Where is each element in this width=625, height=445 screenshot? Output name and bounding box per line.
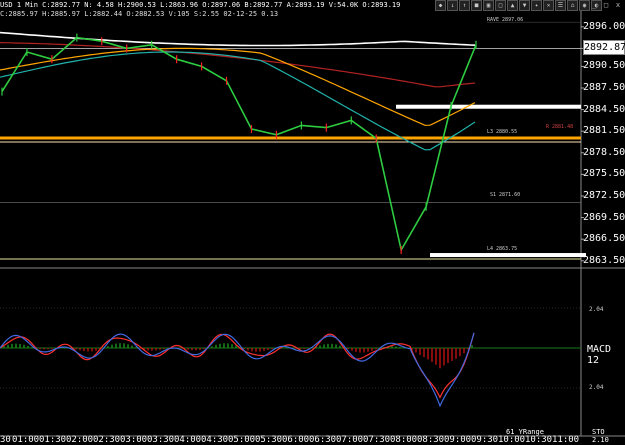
price-tick-label: 2890.50	[583, 60, 625, 72]
time-tick-label: 07:30	[363, 435, 391, 445]
ma-orange-line	[0, 47, 476, 126]
bar-info-header: C:2885.97 H:2885.97 L:2882.44 O:2882.53 …	[0, 10, 279, 18]
time-tick-label: 02:00	[66, 435, 94, 445]
ma-white-line	[0, 31, 476, 47]
time-tick-label: 08:30	[417, 435, 445, 445]
toolbar-button[interactable]: ▲	[507, 0, 518, 11]
window-controls: _ □ x	[589, 1, 623, 9]
time-tick-label: 06:30	[309, 435, 337, 445]
time-tick-label: 05:30	[255, 435, 283, 445]
toolbar-button[interactable]: ☰	[555, 0, 566, 11]
toolbar-button[interactable]: □	[495, 0, 506, 11]
chart-toolbar: ◆ ↓ ↑ ■ ▣ □ ▲ ▼ ✦ ✕ ☰ ⌂ ◉ ◐	[435, 0, 602, 11]
indicator-lower-label: 2.04	[589, 384, 604, 391]
support-bar-upper	[396, 104, 581, 109]
level-tag-rave: RAVE 2897.06	[487, 17, 524, 23]
toolbar-button[interactable]: ◆	[435, 0, 446, 11]
maximize-button[interactable]: □	[601, 1, 611, 9]
level-tag-s1: S1 2871.60	[490, 192, 521, 198]
indicator-upper-label: 2.04	[589, 306, 604, 313]
time-tick-label: 04:30	[201, 435, 229, 445]
current-price-marker: 2892.87	[583, 40, 625, 55]
toolbar-button[interactable]: ⌂	[567, 0, 578, 11]
toolbar-button[interactable]: ▼	[519, 0, 530, 11]
price-tick-label: 2896.00	[583, 20, 625, 32]
level-tag-l3: L3 2880.55	[487, 129, 518, 135]
time-tick-label: 06:00	[282, 435, 310, 445]
toolbar-button[interactable]: ↑	[459, 0, 470, 11]
price-tick-label: 2878.50	[583, 146, 625, 158]
stoch-label: STO 2.10	[592, 428, 609, 444]
level-tag-l4: L4 2863.75	[487, 246, 518, 252]
time-tick-label: 08:00	[390, 435, 418, 445]
price-tick-label: 2887.50	[583, 82, 625, 93]
time-tick-label: 02:30	[93, 435, 121, 445]
chart-window: USD 1 Min C:2892.77 N: 4.58 H:2900.53 L:…	[0, 0, 625, 445]
toolbar-button[interactable]: ✦	[531, 0, 542, 11]
quote-header: USD 1 Min C:2892.77 N: 4.58 H:2900.53 L:…	[0, 1, 401, 9]
support-bar-lower	[430, 253, 586, 258]
chart-canvas[interactable]	[0, 0, 625, 445]
price-tick-label: 2884.50	[583, 103, 625, 115]
price-tick-label: 2881.50	[583, 125, 625, 137]
time-tick-label: 05:00	[228, 435, 256, 445]
time-tick-label: 01:00	[12, 435, 40, 445]
time-tick-label: 07:00	[336, 435, 364, 445]
toolbar-button[interactable]: ✕	[543, 0, 554, 11]
level-tag-right: R 2881.48	[546, 124, 574, 130]
toolbar-button[interactable]: ↓	[447, 0, 458, 11]
time-tick-label: 10:30	[525, 435, 553, 445]
minimize-button[interactable]: _	[589, 1, 599, 9]
price-tick-label: 2875.50	[583, 168, 625, 180]
time-tick-label: 10:00	[498, 435, 526, 445]
time-tick-label: 09:30	[471, 435, 499, 445]
time-tick-label: 09:00	[444, 435, 472, 445]
toolbar-button[interactable]: ▣	[483, 0, 494, 11]
time-tick-label: 11:00	[552, 435, 580, 445]
price-line	[1, 36, 477, 253]
price-tick-label: 2872.50	[583, 190, 625, 201]
price-tick-label: 2863.50	[583, 254, 625, 266]
toolbar-button[interactable]: ■	[471, 0, 482, 11]
time-tick-label: 03:00	[120, 435, 148, 445]
price-tick-label: 2866.50	[583, 233, 625, 245]
macd-label: MACD 12	[587, 344, 612, 366]
time-label-prefix: 30	[0, 435, 11, 445]
time-tick-label: 01:30	[39, 435, 67, 445]
time-axis[interactable]: 30 01:00 01:30 02:00 02:30 03:00 03:30 04:00 04…	[0, 436, 581, 445]
ma-red-line	[0, 42, 476, 88]
close-button[interactable]: x	[613, 1, 623, 9]
time-tick-label: 03:30	[147, 435, 175, 445]
price-tick-label: 2869.50	[583, 211, 625, 223]
time-tick-label: 04:00	[174, 435, 202, 445]
